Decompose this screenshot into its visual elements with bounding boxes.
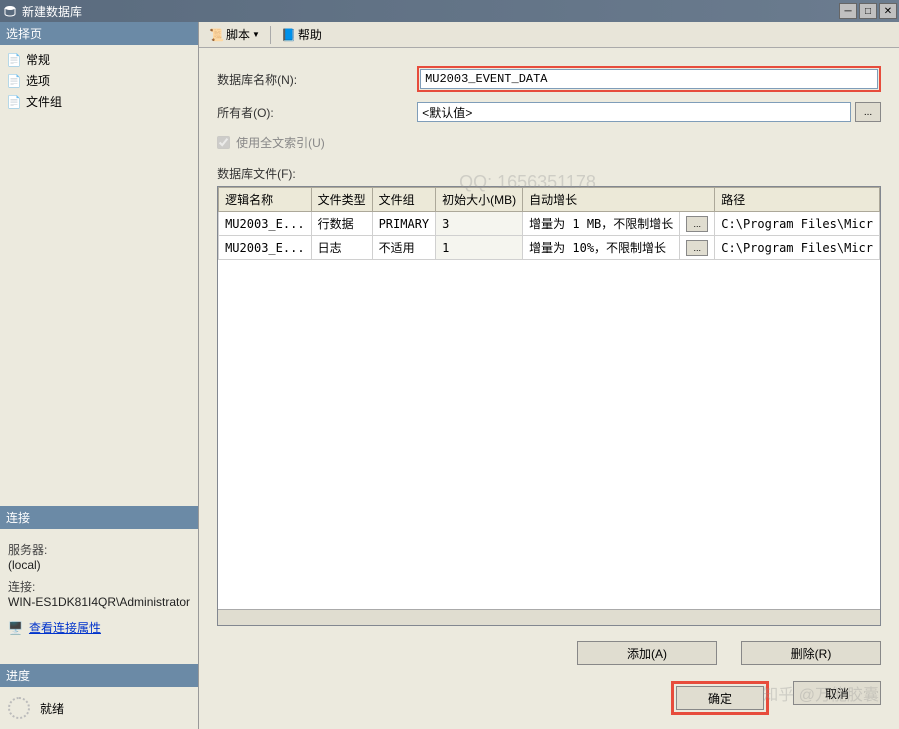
app-icon [2,3,18,19]
cell-group: 不适用 [372,236,436,260]
script-label: 脚本 [226,26,250,43]
ok-button[interactable]: 确定 [676,686,764,710]
progress-header: 进度 [0,664,198,687]
growth-browse-button[interactable]: ... [686,216,708,232]
cell-path[interactable]: C:\Program Files\Micr [715,236,880,260]
cell-name[interactable]: MU2003_E... [219,212,311,236]
connection-header: 连接 [0,506,198,529]
table-row[interactable]: MU2003_E... 日志 不适用 1 增量为 10%，不限制增长 ... C… [219,236,880,260]
files-grid[interactable]: 逻辑名称 文件类型 文件组 初始大小(MB) 自动增长 路径 MU2003_E.… [217,186,881,626]
add-button[interactable]: 添加(A) [577,641,717,665]
db-name-input[interactable] [420,69,878,89]
cell-size[interactable]: 1 [436,236,523,260]
nav-label: 文件组 [26,93,62,110]
sidebar: 选择页 📄 常规 📄 选项 📄 文件组 连接 服务器: (local) 连接: … [0,22,199,729]
db-name-label: 数据库名称(N): [217,71,417,88]
connection-value: WIN-ES1DK81I4QR\Administrator [8,595,190,609]
server-value: (local) [8,558,190,572]
table-row[interactable]: MU2003_E... 行数据 PRIMARY 3 增量为 1 MB，不限制增长… [219,212,880,236]
page-icon: 📄 [6,52,22,68]
select-page-header: 选择页 [0,22,198,45]
content-area: 📜 脚本 ▼ 📘 帮助 数据库名称(N): 所有者(O): ... [199,22,899,729]
cell-group[interactable]: PRIMARY [372,212,436,236]
progress-status: 就绪 [40,700,64,717]
col-logical-name[interactable]: 逻辑名称 [219,188,311,212]
nav-item-options[interactable]: 📄 选项 [6,70,192,91]
nav-label: 常规 [26,51,50,68]
col-filegroup[interactable]: 文件组 [372,188,436,212]
owner-browse-button[interactable]: ... [855,102,881,122]
help-label: 帮助 [298,26,322,43]
server-label: 服务器: [8,541,190,558]
cell-size[interactable]: 3 [436,212,523,236]
help-icon: 📘 [281,28,296,42]
cell-growth: 增量为 1 MB，不限制增长 [523,212,680,236]
help-button[interactable]: 📘 帮助 [277,24,326,45]
minimize-button[interactable]: ─ [839,3,857,19]
maximize-button[interactable]: □ [859,3,877,19]
col-path[interactable]: 路径 [715,188,880,212]
window-title: 新建数据库 [22,3,839,20]
toolbar: 📜 脚本 ▼ 📘 帮助 [199,22,899,48]
script-icon: 📜 [209,28,224,42]
cancel-button[interactable]: 取消 [793,681,881,705]
script-button[interactable]: 📜 脚本 ▼ [205,24,264,45]
page-icon: 📄 [6,94,22,110]
nav-item-general[interactable]: 📄 常规 [6,49,192,70]
files-label: 数据库文件(F): [217,165,881,182]
toolbar-separator [270,26,271,44]
titlebar: 新建数据库 ─ □ ✕ [0,0,899,22]
view-connection-properties-link[interactable]: 查看连接属性 [29,619,101,636]
page-icon: 📄 [6,73,22,89]
owner-input[interactable] [417,102,851,122]
cell-name[interactable]: MU2003_E... [219,236,311,260]
owner-label: 所有者(O): [217,104,417,121]
spinner-icon [8,697,30,719]
cell-path[interactable]: C:\Program Files\Micr [715,212,880,236]
col-file-type[interactable]: 文件类型 [311,188,372,212]
close-button[interactable]: ✕ [879,3,897,19]
fulltext-label: 使用全文索引(U) [236,134,325,151]
nav-item-filegroups[interactable]: 📄 文件组 [6,91,192,112]
col-initial-size[interactable]: 初始大小(MB) [436,188,523,212]
cell-type: 日志 [311,236,372,260]
nav-label: 选项 [26,72,50,89]
horizontal-scrollbar[interactable] [218,609,880,625]
growth-browse-button[interactable]: ... [686,240,708,256]
connection-icon: 🖥️ [8,621,23,635]
cell-growth: 增量为 10%，不限制增长 [523,236,680,260]
chevron-down-icon: ▼ [252,30,260,39]
col-autogrowth[interactable]: 自动增长 [523,188,715,212]
cell-type: 行数据 [311,212,372,236]
connection-label: 连接: [8,578,190,595]
fulltext-checkbox [217,136,230,149]
remove-button[interactable]: 删除(R) [741,641,881,665]
